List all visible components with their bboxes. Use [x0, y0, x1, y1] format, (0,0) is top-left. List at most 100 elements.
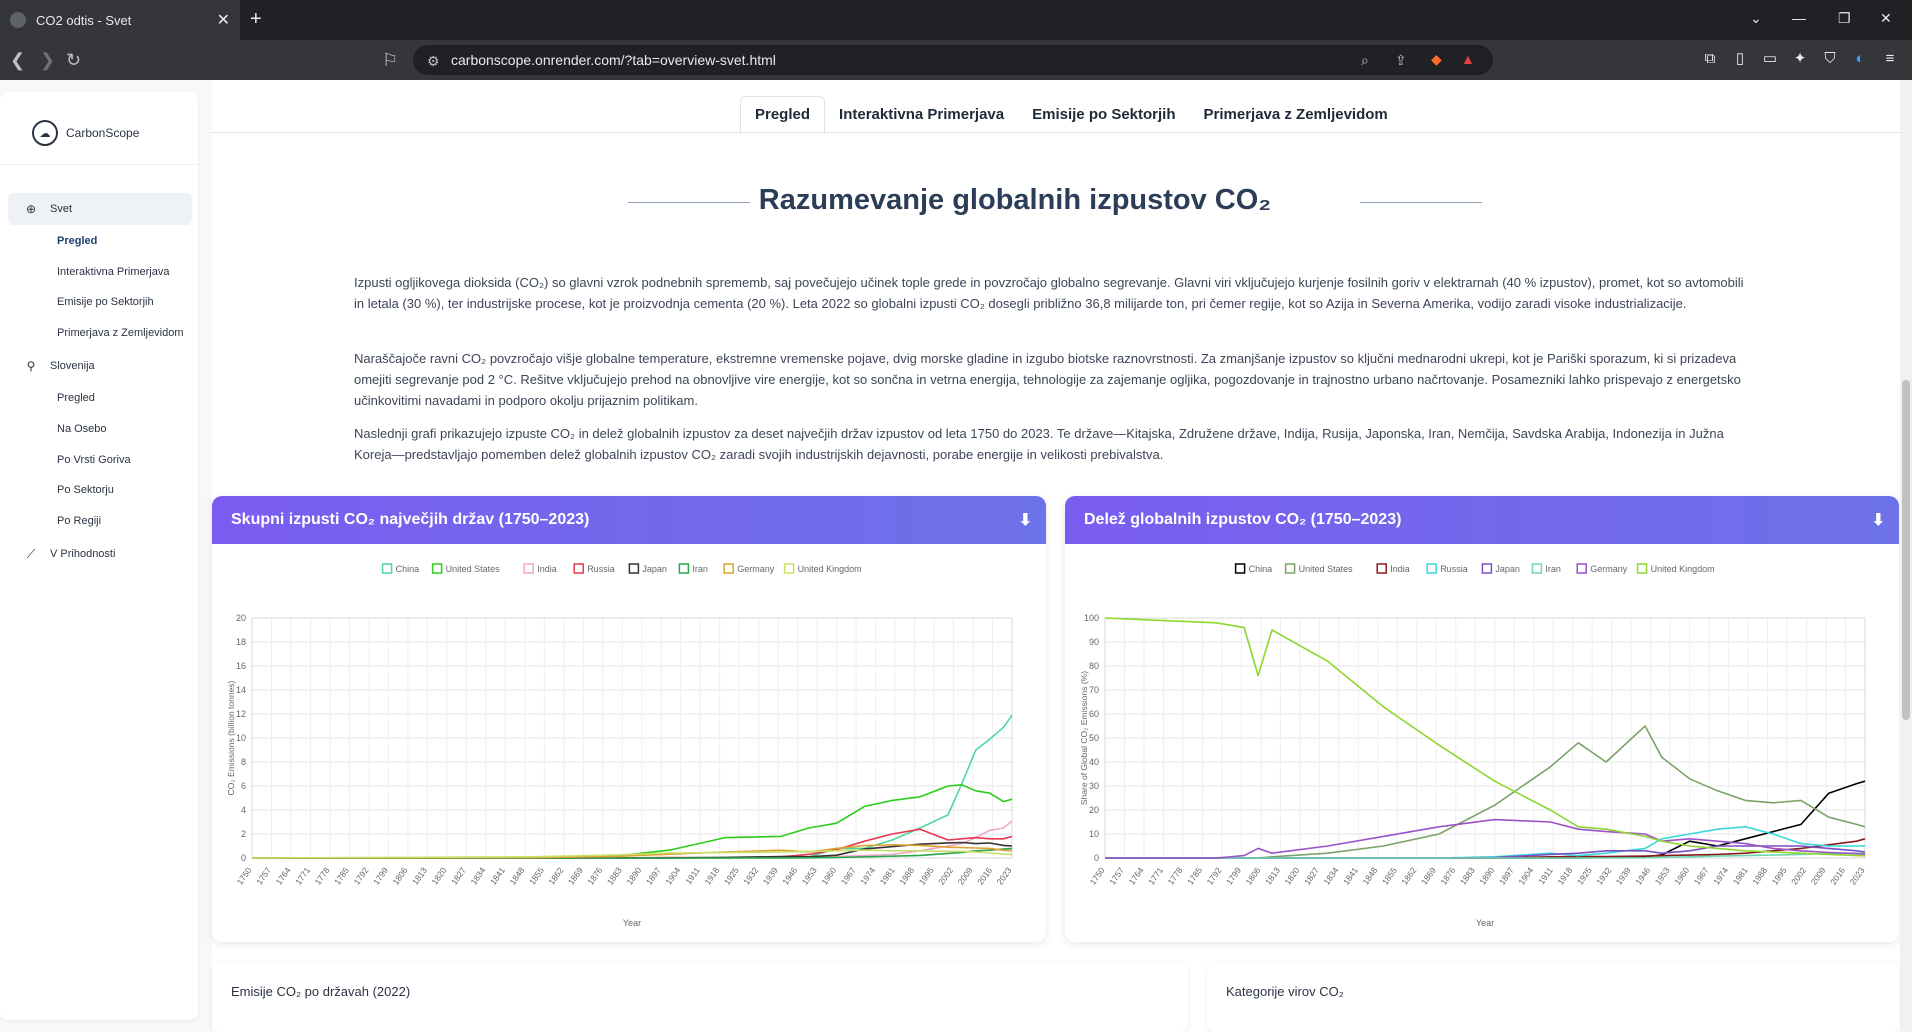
- sidebar-item-emisije-po-sektorjih[interactable]: Emisije po Sektorjih: [57, 296, 154, 308]
- page-scrollbar[interactable]: [1900, 80, 1912, 1032]
- window-close-icon[interactable]: ✕: [1880, 10, 1892, 27]
- legend-label: China: [396, 564, 420, 574]
- legend-swatch: [678, 563, 690, 574]
- sidebar-section-v-prihodnosti[interactable]: ⟋ V Prihodnosti: [8, 538, 192, 570]
- extensions-icon[interactable]: ⧉: [1702, 51, 1718, 67]
- x-tick-label: 1995: [1770, 865, 1789, 886]
- x-tick-label: 1925: [722, 865, 741, 886]
- brand-logo[interactable]: ☁ CarbonScope: [32, 120, 139, 146]
- y-tick-label: 18: [236, 637, 246, 647]
- site-info-icon[interactable]: ⚙: [427, 53, 440, 70]
- y-tick-label: 60: [1089, 709, 1099, 719]
- sidebar-item-po-sektorju[interactable]: Po Sektorju: [57, 484, 114, 496]
- trend-chart-icon: ⟋: [26, 546, 36, 561]
- x-tick-label: 1841: [1341, 865, 1360, 886]
- sidebar-item-primerjava-z-zemljevidom[interactable]: Primerjava z Zemljevidom: [57, 327, 184, 339]
- x-tick-label: 1757: [254, 865, 273, 886]
- x-tick-label: 1855: [1380, 865, 1399, 886]
- y-tick-label: 4: [241, 805, 246, 815]
- x-tick-label: 1820: [429, 865, 448, 886]
- sidebar-item-po-regiji[interactable]: Po Regiji: [57, 515, 101, 527]
- y-tick-label: 20: [236, 613, 246, 623]
- bookmark-icon[interactable]: ⚐: [382, 50, 398, 71]
- x-tick-label: 1960: [1672, 865, 1691, 886]
- intro-paragraph-3: Naslednji grafi prikazujejo izpuste CO₂ …: [354, 426, 1724, 462]
- x-tick-label: 1764: [274, 865, 293, 886]
- map-pin-icon: ⚲: [26, 359, 36, 373]
- series-line-united-states: [1105, 725, 1866, 859]
- minimize-icon[interactable]: —: [1792, 10, 1806, 26]
- x-tick-label: 1904: [663, 865, 682, 886]
- tab-close-icon[interactable]: ✕: [217, 10, 230, 30]
- legend-swatch: [381, 563, 393, 574]
- sidebar-item-na-osebo[interactable]: Na Osebo: [57, 423, 107, 435]
- sidebar-item-interaktivna-primerjava[interactable]: Interaktivna Primerjava: [57, 266, 170, 278]
- sidebar-item-po-vrsti-goriva[interactable]: Po Vrsti Goriva: [57, 454, 131, 466]
- profile-icon[interactable]: ◐: [1852, 51, 1868, 67]
- intro-paragraph-2: Naraščajoče ravni CO₂ povzročajo višje g…: [354, 351, 1741, 408]
- download-icon[interactable]: ⬇: [1019, 510, 1032, 530]
- sidebar-section-slovenija[interactable]: ⚲ Slovenija: [8, 350, 192, 382]
- y-tick-label: 30: [1089, 781, 1099, 791]
- legend-label: China: [1249, 564, 1273, 574]
- scrollbar-thumb[interactable]: [1902, 380, 1910, 720]
- card-title: Emisije CO₂ po državah (2022): [231, 984, 411, 999]
- series-line-united-states: [251, 784, 1013, 859]
- emissions-by-country-card: Emisije CO₂ po državah (2022): [212, 962, 1188, 1032]
- vpn-icon[interactable]: ⛉: [1822, 51, 1838, 67]
- legend-swatch: [1481, 563, 1493, 574]
- x-tick-label: 1834: [1321, 865, 1340, 886]
- x-tick-label: 1911: [1536, 865, 1555, 886]
- x-tick-label: 1939: [761, 865, 780, 886]
- tab-pregled[interactable]: Pregled: [740, 96, 826, 132]
- browser-tab[interactable]: CO2 odtis - Svet ✕: [0, 0, 240, 40]
- share-emissions-chart[interactable]: China United States India Russia Japan Iran Ge…: [1065, 544, 1899, 942]
- zoom-icon[interactable]: ⌕: [1361, 52, 1369, 69]
- sidebar-icon[interactable]: ▯: [1732, 51, 1748, 67]
- x-tick-label: 1890: [624, 865, 643, 886]
- x-tick-label: 1848: [507, 865, 526, 886]
- y-tick-label: 0: [1094, 853, 1099, 863]
- browser-tabbar: CO2 odtis - Svet ✕ + ⌄ — ❐ ✕: [0, 0, 1912, 40]
- reload-icon[interactable]: ↻: [66, 50, 81, 71]
- brave-rewards-icon[interactable]: ▲: [1461, 51, 1475, 67]
- restore-icon[interactable]: ❐: [1838, 10, 1851, 27]
- globe-icon: ⊕: [25, 202, 37, 216]
- tab-interaktivna-primerjava[interactable]: Interaktivna Primerjava: [825, 96, 1018, 132]
- legend-swatch: [723, 563, 734, 574]
- sidebar-item-pregled[interactable]: Pregled: [57, 235, 97, 247]
- x-tick-label: 1918: [702, 865, 721, 886]
- legend-label: India: [1390, 564, 1410, 574]
- legend-label: Germany: [737, 564, 775, 574]
- legend-label: United States: [446, 564, 501, 574]
- legend-swatch: [1576, 563, 1587, 574]
- wallet-icon[interactable]: ▭: [1762, 51, 1778, 67]
- tab-list-chevron-icon[interactable]: ⌄: [1750, 10, 1762, 27]
- brave-shields-icon[interactable]: ◆: [1431, 51, 1442, 68]
- sidebar-section-label: V Prihodnosti: [50, 548, 116, 560]
- chart-card-header: Skupni izpusti CO₂ največjih držav (1750…: [212, 496, 1046, 544]
- leo-ai-icon[interactable]: ✦: [1792, 51, 1808, 67]
- legend-label: Iran: [1545, 564, 1561, 574]
- x-tick-label: 1806: [1243, 865, 1262, 886]
- menu-icon[interactable]: ≡: [1882, 51, 1898, 67]
- share-icon[interactable]: ⇪: [1395, 52, 1407, 69]
- y-tick-label: 80: [1089, 661, 1099, 671]
- sidebar-section-svet[interactable]: ⊕ Svet: [8, 193, 192, 225]
- x-tick-label: 1890: [1477, 865, 1496, 886]
- x-tick-label: 1967: [839, 865, 858, 886]
- legend-label: Japan: [642, 564, 667, 574]
- legend-label: United Kingdom: [798, 564, 862, 574]
- new-tab-icon[interactable]: +: [250, 8, 262, 31]
- x-tick-label: 1799: [371, 865, 390, 886]
- sidebar-item-slo-pregled[interactable]: Pregled: [57, 392, 95, 404]
- legend-swatch: [1234, 563, 1246, 574]
- address-bar[interactable]: ⚙ carbonscope.onrender.com/?tab=overview…: [413, 45, 1493, 75]
- forward-icon[interactable]: ❯: [40, 50, 55, 71]
- total-emissions-chart[interactable]: China United States India Russia Japan Iran Ge…: [212, 544, 1046, 942]
- download-icon[interactable]: ⬇: [1872, 510, 1885, 530]
- y-tick-label: 8: [241, 757, 246, 767]
- tab-emisije-po-sektorjih[interactable]: Emisije po Sektorjih: [1018, 96, 1189, 132]
- back-icon[interactable]: ❮: [10, 50, 25, 71]
- tab-primerjava-z-zemljevidom[interactable]: Primerjava z Zemljevidom: [1190, 96, 1402, 132]
